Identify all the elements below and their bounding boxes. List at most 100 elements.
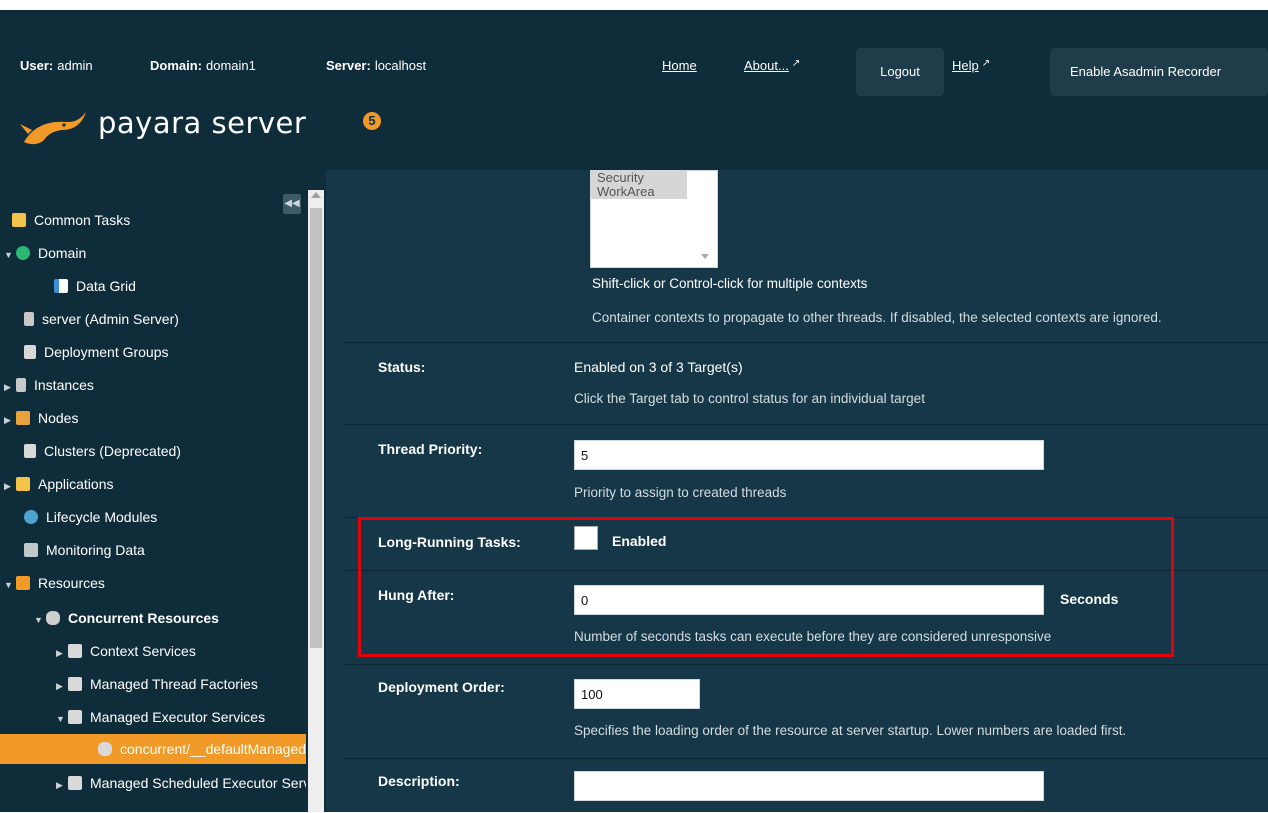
tree-item-context-services[interactable]: ▶ Context Services xyxy=(56,636,196,666)
tree-item-managed-executor-services[interactable]: ▼ Managed Executor Services xyxy=(56,702,306,732)
context-info-section: Security WorkArea Shift-click or Control… xyxy=(344,170,1268,328)
context-multi-select-hint: Shift-click or Control-click for multipl… xyxy=(592,276,868,291)
tree-item-label: Resources xyxy=(38,575,105,591)
database-icon xyxy=(46,611,60,625)
collapsed-triangle-icon[interactable]: ▶ xyxy=(4,372,16,400)
collapse-sidebar-icon[interactable]: ◀◀ xyxy=(283,194,301,214)
thread-priority-label: Thread Priority: xyxy=(378,441,483,457)
about-link-label: About... xyxy=(744,58,789,73)
tree-item-applications[interactable]: ▶ Applications xyxy=(4,469,114,499)
context-info-listbox[interactable]: Security WorkArea xyxy=(590,170,718,268)
tree-item-label: Applications xyxy=(38,476,114,492)
tree-item-default-managed-executor[interactable]: concurrent/__defaultManagedExecutorServi… xyxy=(0,734,306,764)
datagrid-icon xyxy=(54,279,68,293)
tree-item-concurrent-resources[interactable]: ▼ Concurrent Resources xyxy=(34,603,219,633)
logout-button[interactable]: Logout xyxy=(856,48,944,96)
description-label: Description: xyxy=(378,773,460,789)
tree-item-managed-thread-factories[interactable]: ▶ Managed Thread Factories xyxy=(56,669,306,699)
thread-priority-help-text: Priority to assign to created threads xyxy=(574,485,787,500)
tree-item-label: Managed Thread Factories xyxy=(90,676,258,692)
hierarchy-icon xyxy=(24,345,36,359)
folder-icon xyxy=(68,710,82,724)
main-content: Security WorkArea Shift-click or Control… xyxy=(326,170,1268,812)
server-icon xyxy=(16,378,26,392)
tree-item-label: Concurrent Resources xyxy=(68,610,219,626)
tree-item-label: Common Tasks xyxy=(34,212,131,228)
sidebar-scrollbar[interactable] xyxy=(308,190,324,812)
collapsed-triangle-icon[interactable]: ▶ xyxy=(4,471,16,499)
scroll-up-arrow-icon[interactable] xyxy=(311,192,321,198)
tree-item-domain[interactable]: ▼ Domain xyxy=(4,238,86,268)
collapsed-triangle-icon[interactable]: ▶ xyxy=(4,405,16,433)
tree-item-clusters[interactable]: Clusters (Deprecated) xyxy=(24,436,181,466)
tree-item-deployment-groups[interactable]: Deployment Groups xyxy=(24,337,169,367)
version-badge: 5 xyxy=(363,112,381,130)
description-section: Description: xyxy=(344,758,1268,813)
description-input[interactable] xyxy=(574,771,1044,801)
scroll-down-arrow-icon[interactable] xyxy=(701,254,709,259)
expanded-triangle-icon[interactable]: ▼ xyxy=(4,240,16,268)
help-link-label: Help xyxy=(952,58,979,73)
collapsed-triangle-icon[interactable]: ▶ xyxy=(56,638,68,666)
tree-item-data-grid[interactable]: Data Grid xyxy=(54,271,136,301)
tree-item-managed-scheduled-executor-services[interactable]: ▶ Managed Scheduled Executor Services xyxy=(56,768,306,798)
deployment-order-input[interactable] xyxy=(574,679,700,709)
help-link[interactable]: Help ↗ xyxy=(952,58,990,73)
deployment-order-help-text: Specifies the loading order of the resou… xyxy=(574,723,1127,738)
collapsed-triangle-icon[interactable]: ▶ xyxy=(56,671,68,699)
tree-item-label: Context Services xyxy=(90,643,196,659)
tree-item-label: Managed Scheduled Executor Services xyxy=(90,775,306,791)
user-label: User: xyxy=(20,58,54,73)
tree-item-monitoring-data[interactable]: Monitoring Data xyxy=(24,535,145,565)
status-value: Enabled on 3 of 3 Target(s) xyxy=(574,359,743,375)
home-link[interactable]: Home xyxy=(662,58,697,73)
external-link-icon: ↗ xyxy=(981,58,991,69)
payara-fish-logo-icon xyxy=(20,112,86,145)
expanded-triangle-icon[interactable]: ▼ xyxy=(4,570,16,598)
thread-priority-input[interactable] xyxy=(574,440,1044,470)
expanded-triangle-icon[interactable]: ▼ xyxy=(34,605,46,633)
tree-item-common-tasks[interactable]: Common Tasks xyxy=(12,205,130,235)
collapsed-triangle-icon[interactable]: ▶ xyxy=(56,770,68,798)
tree-item-label: Monitoring Data xyxy=(46,542,145,558)
applications-icon xyxy=(16,477,30,491)
context-option[interactable]: WorkArea xyxy=(591,185,687,199)
highlight-box xyxy=(358,517,1174,657)
enable-recorder-button[interactable]: Enable Asadmin Recorder xyxy=(1050,48,1268,96)
server-info: Server: localhost xyxy=(326,58,426,73)
expanded-triangle-icon[interactable]: ▼ xyxy=(56,704,68,732)
masthead: User: admin Domain: domain1 Server: localho… xyxy=(0,10,1268,170)
resources-icon xyxy=(16,576,30,590)
monitor-icon xyxy=(16,411,30,425)
scrollbar-thumb[interactable] xyxy=(310,208,322,648)
deployment-order-section: Deployment Order: Specifies the loading … xyxy=(344,664,1268,757)
globe-icon xyxy=(16,246,30,260)
context-option[interactable]: Security xyxy=(591,171,687,185)
tree-item-nodes[interactable]: ▶ Nodes xyxy=(4,403,78,433)
tree-item-label: server (Admin Server) xyxy=(42,311,179,327)
domain-info: Domain: domain1 xyxy=(150,58,256,73)
logo-text: payara server xyxy=(98,106,307,140)
about-link[interactable]: About... ↗ xyxy=(744,58,800,73)
monitor-icon xyxy=(24,543,38,557)
server-label: Server: xyxy=(326,58,371,73)
tree-item-resources[interactable]: ▼ Resources xyxy=(4,568,105,598)
context-help-text: Container contexts to propagate to other… xyxy=(592,310,1162,325)
hierarchy-icon xyxy=(24,444,36,458)
status-help-text: Click the Target tab to control status f… xyxy=(574,391,925,406)
external-link-icon: ↗ xyxy=(791,58,801,69)
domain-value: domain1 xyxy=(206,58,256,73)
tree-item-server[interactable]: server (Admin Server) xyxy=(24,304,179,334)
domain-label: Domain: xyxy=(150,58,202,73)
logout-button-label: Logout xyxy=(880,64,920,79)
user-info: User: admin xyxy=(20,58,93,73)
folder-icon xyxy=(68,644,82,658)
tree-item-label: Lifecycle Modules xyxy=(46,509,158,525)
folder-icon xyxy=(68,677,82,691)
tree-item-instances[interactable]: ▶ Instances xyxy=(4,370,94,400)
tree-item-label: Deployment Groups xyxy=(44,344,169,360)
tree-item-label: Clusters (Deprecated) xyxy=(44,443,181,459)
tree-item-lifecycle-modules[interactable]: Lifecycle Modules xyxy=(24,502,157,532)
tree-item-label: Managed Executor Services xyxy=(90,709,266,725)
tree-item-label: Data Grid xyxy=(76,278,136,294)
